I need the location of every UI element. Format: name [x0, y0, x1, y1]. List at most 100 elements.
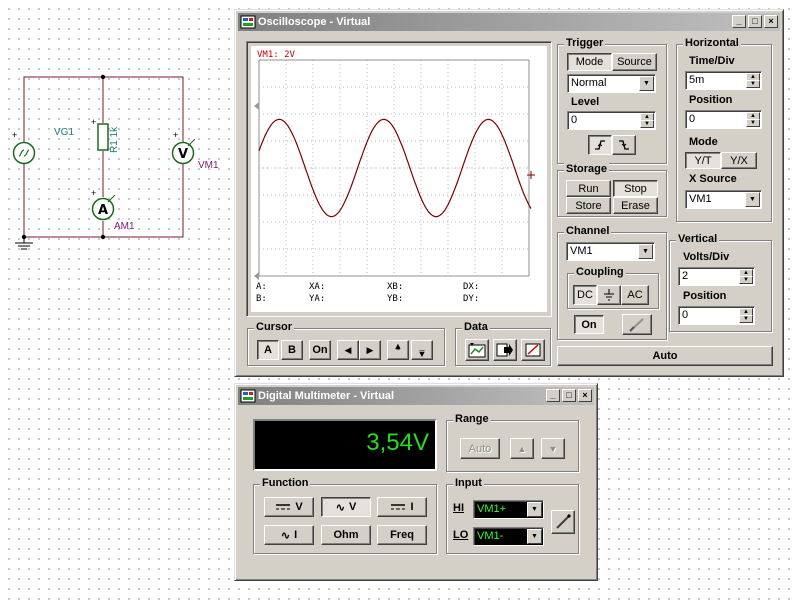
range-up-button[interactable]: ▲ — [510, 438, 534, 459]
xsource-select[interactable]: VM1 ▼ — [685, 190, 762, 209]
clear-icon — [525, 343, 541, 357]
ground-coupling-button[interactable] — [597, 285, 621, 305]
hi-input-select[interactable]: VM1+ ▼ — [473, 500, 544, 519]
rising-edge-button[interactable] — [588, 135, 612, 155]
export-graph-button[interactable] — [465, 339, 489, 361]
trigger-source-button[interactable]: Source — [612, 53, 657, 71]
oscilloscope-titlebar[interactable]: Oscilloscope - Virtual _ □ × — [238, 13, 780, 31]
spin-down-icon[interactable]: ▼ — [739, 276, 753, 284]
chevron-down-icon[interactable]: ▼ — [745, 192, 760, 207]
trigger-mode-select[interactable]: Normal ▼ — [567, 74, 656, 93]
dc-coupling-button[interactable]: DC — [573, 285, 597, 305]
ac-coupling-button[interactable]: AC — [621, 285, 649, 305]
chevron-down-icon[interactable]: ▼ — [638, 244, 653, 259]
resistor-icon[interactable] — [97, 123, 109, 151]
instrument-app-icon — [240, 15, 256, 29]
store-button[interactable]: Store — [566, 197, 611, 214]
vertical-position-input[interactable]: 0 ▲ ▼ — [678, 306, 755, 325]
spin-down-icon[interactable]: ▼ — [746, 119, 760, 127]
oscilloscope-window[interactable]: Oscilloscope - Virtual _ □ × VM1: 2V A: … — [234, 9, 784, 377]
cursor-right-button[interactable]: ▶ — [359, 340, 381, 360]
range-group: Range Auto ▲ ▼ — [446, 413, 579, 472]
cursor-a-button[interactable]: A — [257, 340, 279, 360]
spin-down-icon[interactable]: ▼ — [746, 80, 760, 88]
maximize-button[interactable]: □ — [562, 389, 576, 402]
hi-input-value: VM1+ — [477, 503, 507, 515]
volts-div-input[interactable]: 2 ▲ ▼ — [678, 267, 755, 286]
falling-edge-button[interactable] — [612, 135, 636, 155]
spin-down-icon[interactable]: ▼ — [640, 120, 654, 128]
lo-label: LO — [453, 529, 469, 541]
trigger-level-input[interactable]: 0 ▲ ▼ — [567, 111, 656, 130]
close-button[interactable]: × — [764, 15, 778, 28]
arrow-left-icon: ◀ — [344, 344, 352, 355]
time-div-value: 5m — [689, 74, 705, 86]
scope-screen[interactable]: VM1: 2V A: B: XA: YA: XB: YB: DX: DY: — [251, 46, 547, 312]
ohm-button[interactable]: Ohm — [321, 525, 371, 545]
minimize-button[interactable]: _ — [732, 15, 746, 28]
dc-voltage-button[interactable]: V — [264, 497, 314, 517]
cursor-on-button[interactable]: On — [309, 340, 331, 360]
yt-mode-button[interactable]: Y/T — [685, 152, 721, 169]
vertical-title: Vertical — [676, 233, 720, 245]
ac-source-icon[interactable] — [12, 141, 36, 165]
arrow-down-bar-icon: _ ▼ — [417, 341, 427, 359]
export-data-button[interactable] — [493, 339, 517, 361]
horizontal-title: Horizontal — [683, 37, 741, 49]
circuit-schematic: V A VG1 R1 1k VM1 AM1 + + + + — [0, 60, 230, 260]
close-button[interactable]: × — [578, 389, 592, 402]
ammeter-icon[interactable]: A — [89, 195, 119, 223]
stop-button[interactable]: Stop — [613, 180, 658, 197]
clear-data-button[interactable] — [521, 339, 545, 361]
run-button[interactable]: Run — [566, 180, 611, 197]
horizontal-group: Horizontal Time/Div 5m ▲ ▼ Position 0 ▲ … — [676, 37, 772, 222]
maximize-button[interactable]: □ — [748, 15, 762, 28]
range-auto-button[interactable]: Auto — [460, 438, 500, 459]
freq-button[interactable]: Freq — [377, 525, 427, 545]
horizontal-position-input[interactable]: 0 ▲ ▼ — [685, 110, 762, 129]
cursor-b-button[interactable]: B — [281, 340, 303, 360]
cursor-group: Cursor A B On ◀ ▶ ▲ ‾ _ ▼ — [247, 321, 445, 366]
channel-on-button[interactable]: On — [574, 315, 604, 334]
erase-button[interactable]: Erase — [613, 197, 658, 214]
voltmeter-icon[interactable]: V — [169, 139, 199, 167]
chevron-down-icon[interactable]: ▼ — [527, 502, 542, 517]
horizontal-position-value: 0 — [689, 113, 696, 125]
multimeter-titlebar[interactable]: Digital Multimeter - Virtual _ □ × — [238, 387, 594, 405]
coupling-title: Coupling — [574, 266, 626, 278]
scope-grid — [258, 59, 530, 277]
chevron-down-icon[interactable]: ▼ — [639, 76, 654, 91]
multimeter-probe-button[interactable] — [551, 510, 575, 534]
spin-down-icon[interactable]: ▼ — [739, 315, 753, 323]
xsource-label: X Source — [689, 173, 737, 185]
yx-mode-button[interactable]: Y/X — [721, 152, 757, 169]
lo-input-select[interactable]: VM1- ▼ — [473, 527, 544, 546]
dc-current-button[interactable]: I — [377, 497, 427, 517]
channel-probe-button[interactable] — [622, 314, 652, 335]
multimeter-title: Digital Multimeter - Virtual — [258, 390, 395, 402]
cursor-up-button[interactable]: ▲ ‾ — [387, 340, 409, 360]
multimeter-window[interactable]: Digital Multimeter - Virtual _ □ × 3,54V… — [234, 383, 598, 581]
chevron-down-icon[interactable]: ▼ — [527, 529, 542, 544]
ac-voltage-label: V — [348, 501, 357, 513]
ac-voltage-button[interactable]: ∿ V — [321, 497, 371, 517]
channel-select[interactable]: VM1 ▼ — [566, 242, 655, 261]
trigger-mode-button[interactable]: Mode — [567, 53, 612, 71]
vertical-position-label: Position — [683, 290, 727, 302]
auto-button[interactable]: Auto — [557, 346, 773, 366]
ya-readout: YA: — [309, 294, 326, 304]
lo-input-value: VM1- — [477, 530, 504, 542]
data-export-icon — [496, 343, 513, 357]
cursor-left-button[interactable]: ◀ — [337, 340, 359, 360]
minimize-button[interactable]: _ — [546, 389, 560, 402]
ac-current-button[interactable]: ∿ I — [264, 525, 314, 545]
cursor-down-button[interactable]: _ ▼ — [411, 340, 433, 360]
time-div-input[interactable]: 5m ▲ ▼ — [685, 71, 762, 90]
trigger-group: Trigger Mode Source Normal ▼ Level 0 ▲ ▼ — [557, 37, 667, 164]
dc-voltage-label: V — [295, 501, 303, 513]
range-down-button[interactable]: ▼ — [541, 438, 565, 459]
svg-text:A: A — [98, 203, 108, 218]
ac-symbol-icon: ∿ — [335, 501, 345, 514]
probe-icon — [556, 514, 571, 529]
trigger-marker-icon — [254, 272, 259, 280]
